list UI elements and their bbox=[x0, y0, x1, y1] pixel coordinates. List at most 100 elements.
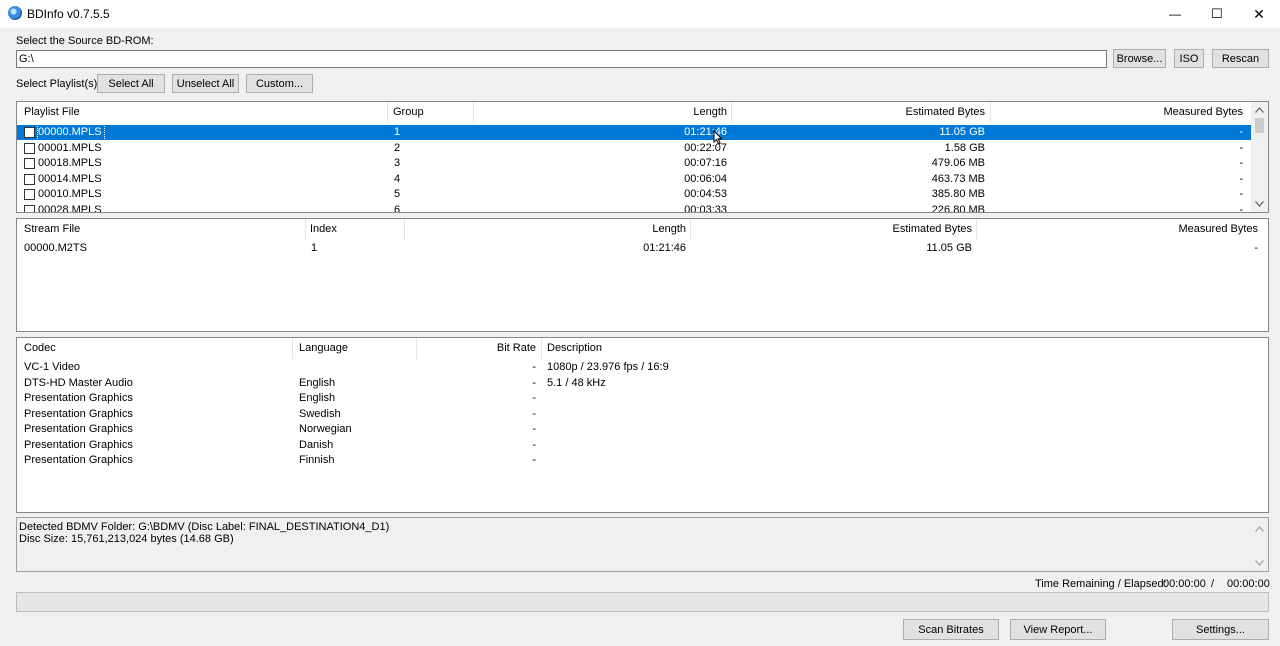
column-estimated-bytes[interactable]: Estimated Bytes bbox=[697, 219, 972, 240]
column-description[interactable]: Description bbox=[547, 338, 602, 359]
column-length[interactable]: Length bbox=[409, 219, 686, 240]
playlist-file-cell: 00018.MPLS bbox=[38, 157, 102, 169]
playlist-length-cell: 01:21:46 bbox=[684, 126, 727, 138]
codec-language-cell: Swedish bbox=[299, 407, 341, 420]
codec-bitrate-cell: - bbox=[532, 392, 536, 404]
scroll-down-icon[interactable] bbox=[1255, 560, 1264, 566]
playlist-length-cell: 00:04:53 bbox=[684, 188, 727, 200]
codec-bitrate-cell: - bbox=[532, 438, 536, 451]
codec-name-cell: Presentation Graphics bbox=[24, 454, 133, 466]
codec-bitrate-cell: - bbox=[532, 407, 536, 420]
stream-length-cell: 01:21:46 bbox=[643, 242, 686, 254]
stream-list[interactable]: Stream File Index Length Estimated Bytes… bbox=[16, 218, 1269, 332]
codec-row[interactable]: DTS-HD Master Audio English -5.1 / 48 kHz bbox=[17, 376, 1268, 391]
playlist-file-cell: 00001.MPLS bbox=[38, 141, 102, 154]
playlist-file-cell: 00014.MPLS bbox=[38, 172, 102, 185]
browse-button[interactable]: Browse... bbox=[1113, 49, 1166, 68]
column-length[interactable]: Length bbox=[477, 102, 727, 123]
column-language[interactable]: Language bbox=[299, 338, 348, 359]
codec-language-cell: English bbox=[299, 392, 336, 404]
codec-bitrate-cell: - bbox=[532, 361, 536, 373]
column-measured-bytes[interactable]: Measured Bytes bbox=[997, 102, 1243, 123]
maximize-button[interactable]: ☐ bbox=[1196, 0, 1238, 28]
playlist-row[interactable]: 00018.MPLS 3 00:07:16 479.06 MB - bbox=[17, 156, 1251, 171]
minimize-button[interactable]: — bbox=[1154, 0, 1196, 28]
codec-name-cell: Presentation Graphics bbox=[24, 423, 133, 435]
codec-description-cell: 5.1 / 48 kHz bbox=[547, 376, 606, 389]
stream-measured-cell: - bbox=[1254, 242, 1258, 254]
playlist-row[interactable]: 00001.MPLS 2 00:22:07 1.58 GB - bbox=[17, 141, 1251, 156]
log-line: Detected BDMV Folder: G:\BDMV (Disc Labe… bbox=[19, 521, 390, 533]
playlist-file-cell: 00028.MPLS bbox=[38, 203, 102, 213]
app-icon bbox=[8, 6, 22, 20]
playlist-measured-cell: - bbox=[1239, 141, 1243, 154]
playlist-group-cell: 2 bbox=[394, 141, 401, 154]
column-playlist-file[interactable]: Playlist File bbox=[24, 102, 80, 123]
playlist-group-cell: 3 bbox=[394, 157, 401, 169]
playlist-scrollbar[interactable] bbox=[1251, 102, 1268, 212]
codec-language-cell: Norwegian bbox=[299, 423, 352, 435]
playlist-length-cell: 00:03:33 bbox=[684, 203, 727, 213]
scroll-up-icon[interactable] bbox=[1255, 526, 1264, 532]
playlist-row[interactable]: 00010.MPLS 5 00:04:53 385.80 MB - bbox=[17, 187, 1251, 202]
stream-index-cell: 1 bbox=[311, 242, 318, 254]
codec-name-cell: Presentation Graphics bbox=[24, 438, 133, 451]
playlist-length-cell: 00:07:16 bbox=[684, 157, 727, 169]
iso-button[interactable]: ISO bbox=[1174, 49, 1204, 68]
column-estimated-bytes[interactable]: Estimated Bytes bbox=[737, 102, 985, 123]
scroll-down-icon[interactable] bbox=[1255, 201, 1264, 207]
column-bit-rate[interactable]: Bit Rate bbox=[421, 338, 536, 359]
column-group[interactable]: Group bbox=[393, 102, 424, 123]
unselect-all-button[interactable]: Unselect All bbox=[172, 74, 239, 93]
codec-language-cell: Finnish bbox=[299, 454, 335, 466]
window-title: BDInfo v0.7.5.5 bbox=[27, 7, 110, 21]
stream-row[interactable]: 00000.M2TS 1 01:21:46 11.05 GB - bbox=[17, 241, 1268, 256]
time-remaining-value: 00:00:00 bbox=[1163, 578, 1206, 590]
column-codec[interactable]: Codec bbox=[24, 338, 56, 359]
close-button[interactable]: ✕ bbox=[1238, 0, 1280, 28]
playlist-row[interactable]: 00028.MPLS 6 00:03:33 226.80 MB - bbox=[17, 203, 1251, 213]
log-scrollbar[interactable] bbox=[1251, 518, 1268, 571]
playlist-list[interactable]: Playlist File Group Length Estimated Byt… bbox=[16, 101, 1269, 213]
playlist-row[interactable]: 00014.MPLS 4 00:06:04 463.73 MB - bbox=[17, 172, 1251, 187]
codec-bitrate-cell: - bbox=[532, 376, 536, 389]
source-path-input[interactable] bbox=[16, 50, 1107, 68]
log-box[interactable]: Detected BDMV Folder: G:\BDMV (Disc Labe… bbox=[16, 517, 1269, 572]
codec-row[interactable]: Presentation Graphics Swedish - bbox=[17, 407, 1268, 422]
custom-button[interactable]: Custom... bbox=[246, 74, 313, 93]
checkbox-icon[interactable] bbox=[24, 142, 35, 154]
playlist-estimated-cell: 479.06 MB bbox=[931, 157, 985, 169]
playlist-file-cell: 00000.MPLS bbox=[37, 124, 105, 141]
scan-bitrates-button[interactable]: Scan Bitrates bbox=[903, 619, 999, 640]
playlist-row[interactable]: 00000.MPLS 1 01:21:46 11.05 GB - bbox=[17, 124, 1251, 141]
checkbox-icon[interactable] bbox=[24, 189, 35, 200]
checkbox-icon[interactable] bbox=[24, 127, 35, 138]
select-all-button[interactable]: Select All bbox=[97, 74, 165, 93]
codec-description-cell: 1080p / 23.976 fps / 16:9 bbox=[547, 361, 669, 373]
checkbox-icon[interactable] bbox=[24, 173, 35, 185]
codec-row[interactable]: Presentation Graphics Norwegian - bbox=[17, 422, 1268, 437]
settings-button[interactable]: Settings... bbox=[1172, 619, 1269, 640]
codec-name-cell: Presentation Graphics bbox=[24, 407, 133, 420]
scroll-thumb[interactable] bbox=[1255, 118, 1264, 133]
playlist-length-cell: 00:22:07 bbox=[684, 141, 727, 154]
scroll-up-icon[interactable] bbox=[1255, 107, 1264, 113]
codec-row[interactable]: VC-1 Video -1080p / 23.976 fps / 16:9 bbox=[17, 360, 1268, 375]
close-icon: ✕ bbox=[1253, 5, 1265, 22]
view-report-button[interactable]: View Report... bbox=[1010, 619, 1106, 640]
column-index[interactable]: Index bbox=[310, 219, 337, 240]
column-stream-file[interactable]: Stream File bbox=[24, 219, 80, 240]
checkbox-icon[interactable] bbox=[24, 158, 35, 169]
codec-list[interactable]: Codec Language Bit Rate Description VC-1… bbox=[16, 337, 1269, 513]
codec-name-cell: VC-1 Video bbox=[24, 361, 81, 373]
playlist-group-cell: 6 bbox=[394, 203, 401, 213]
playlist-group-cell: 5 bbox=[394, 188, 401, 200]
codec-row[interactable]: Presentation Graphics Danish - bbox=[17, 438, 1268, 453]
playlist-estimated-cell: 385.80 MB bbox=[931, 188, 985, 200]
codec-row[interactable]: Presentation Graphics Finnish - bbox=[17, 453, 1268, 468]
rescan-button[interactable]: Rescan bbox=[1212, 49, 1269, 68]
codec-bitrate-cell: - bbox=[532, 423, 536, 435]
codec-row[interactable]: Presentation Graphics English - bbox=[17, 391, 1268, 406]
checkbox-icon[interactable] bbox=[24, 204, 35, 212]
column-measured-bytes[interactable]: Measured Bytes bbox=[982, 219, 1258, 240]
